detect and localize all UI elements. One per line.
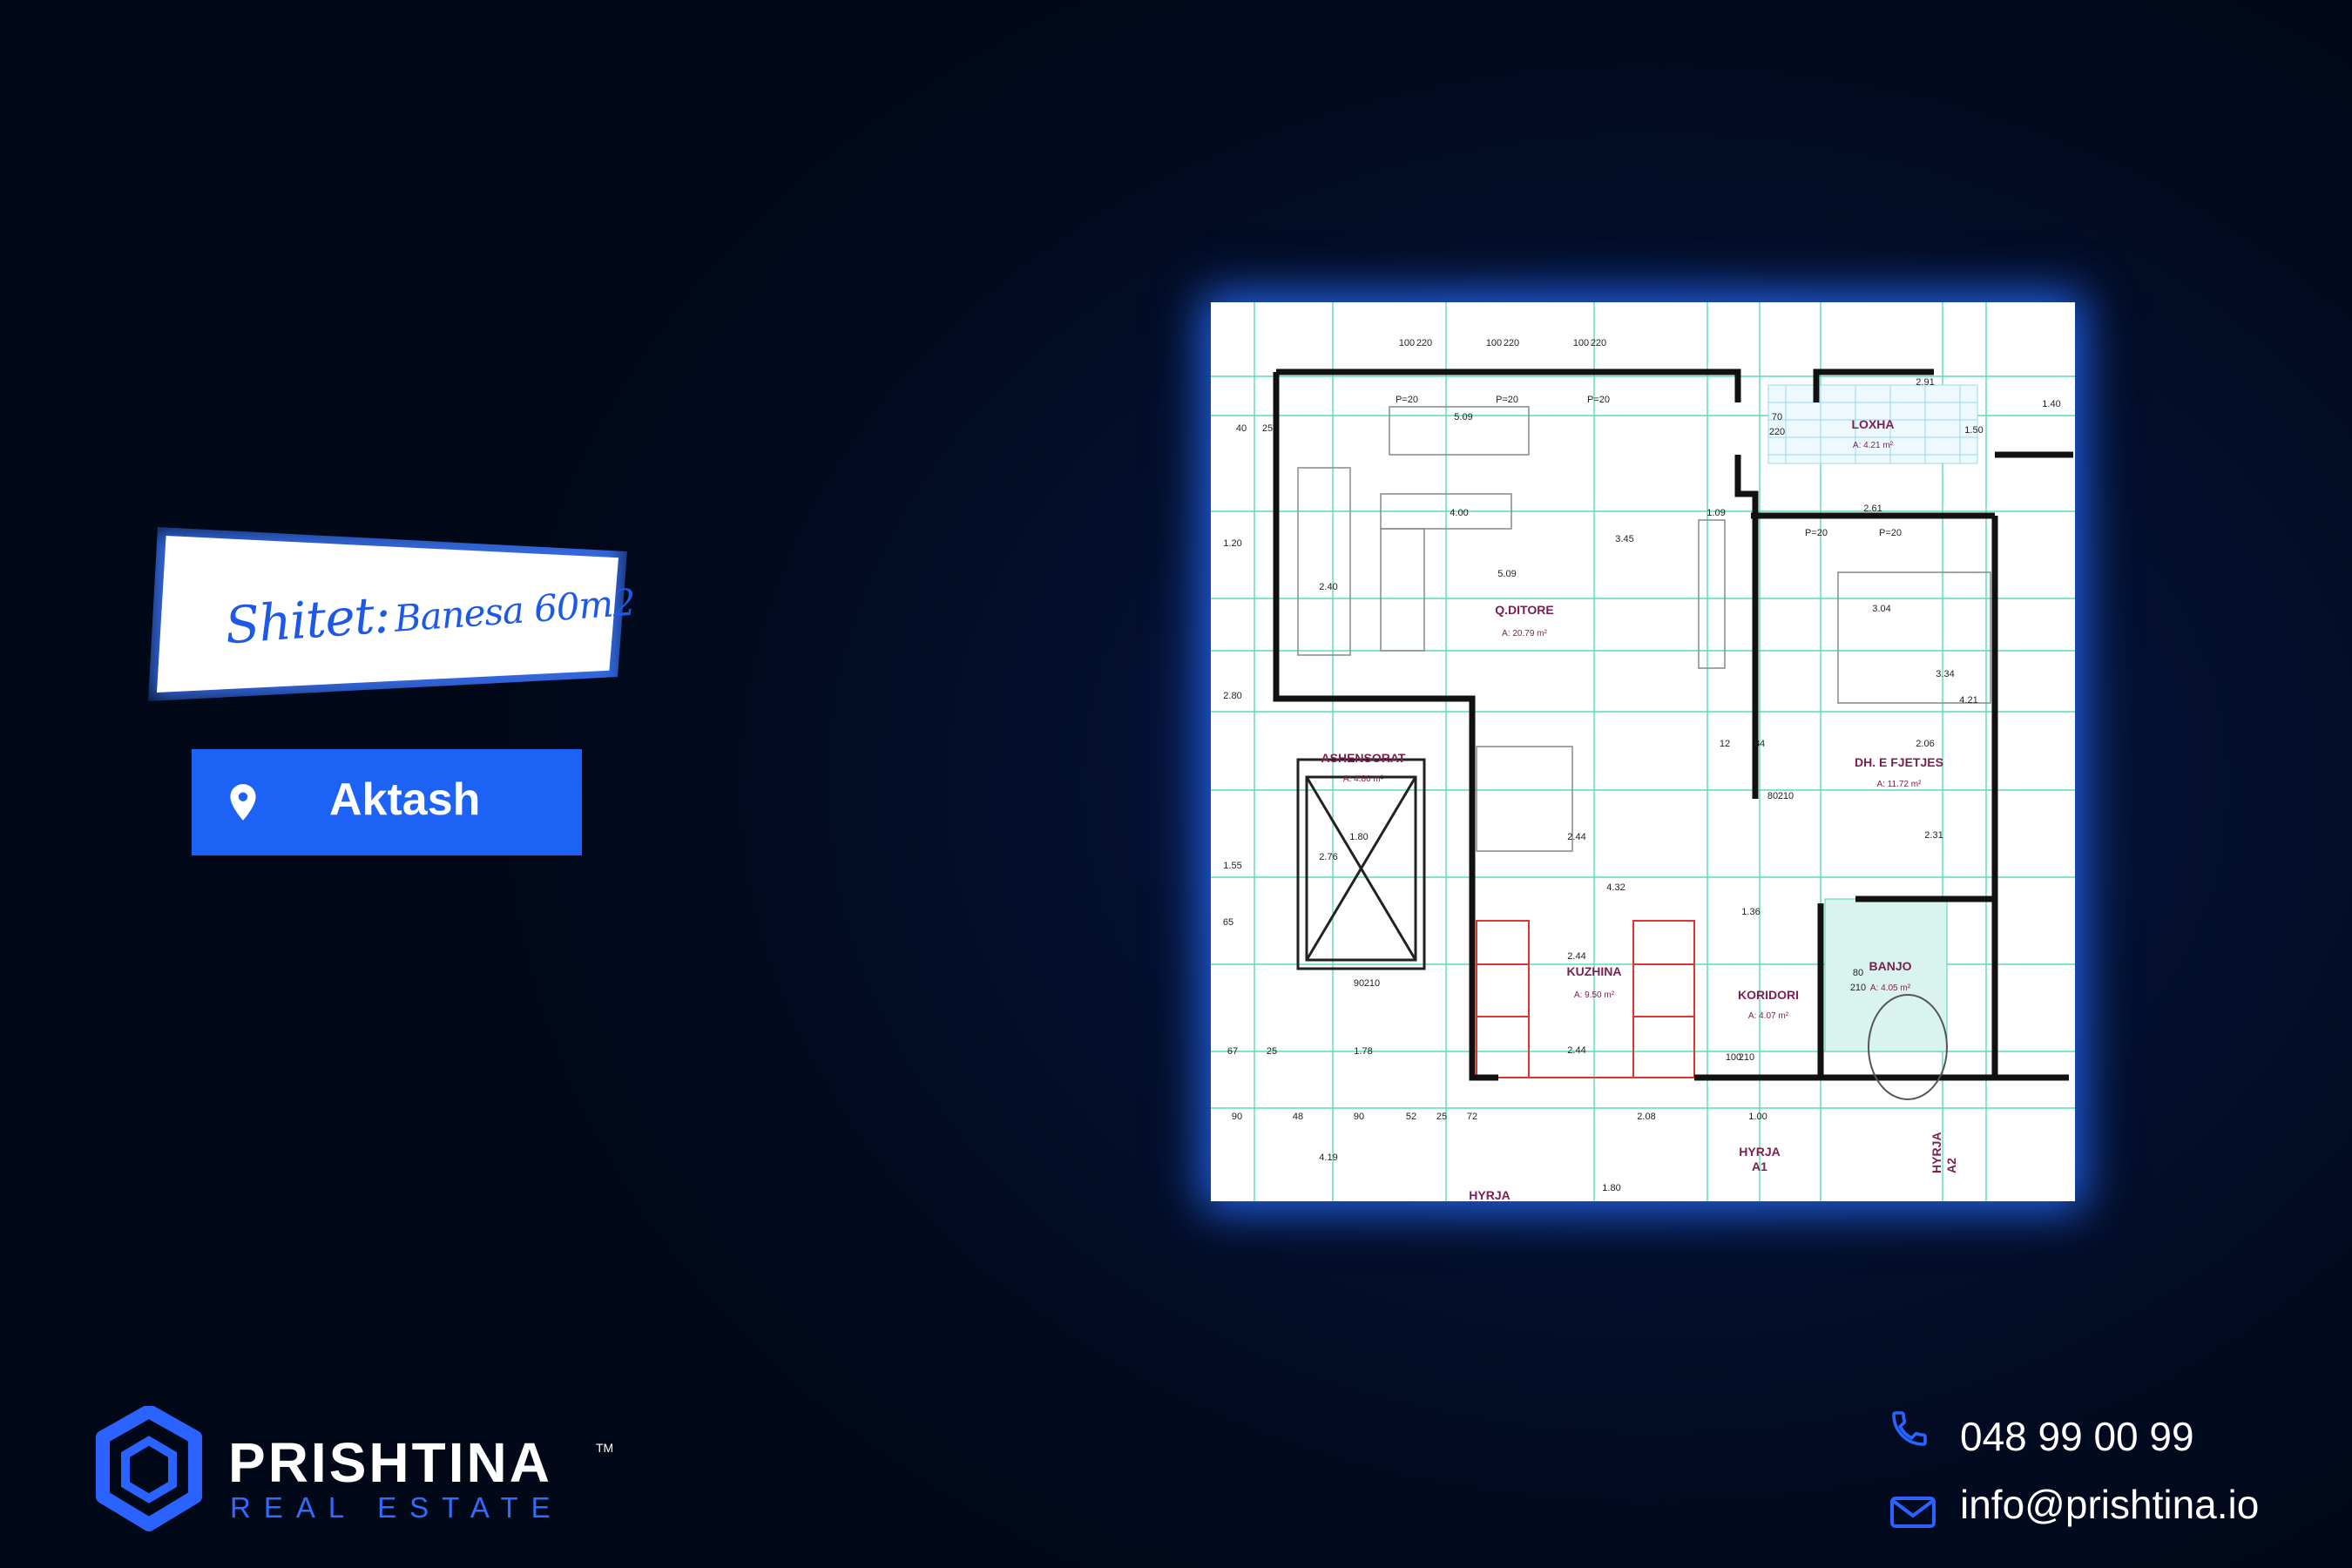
dim-label: 70 [1772,412,1782,422]
area-balcony: A: 4.21 m² [1853,441,1894,450]
dim-label: 2.06 [1916,739,1934,749]
room-label-elevator: ASHENSORAT [1321,751,1406,765]
dim-label: 210 [1778,791,1794,801]
dim-label: 5.09 [1454,412,1472,422]
dim-label: 84 [1754,739,1765,749]
floor-plan-image: Q.DITORE DH. E FJETJES KUZHINA KORIDORI … [1211,302,2075,1201]
dim-label: P=20 [1587,395,1610,405]
room-label-balcony: LOXHA [1852,417,1895,431]
dim-label: 4.32 [1606,882,1625,893]
hexagon-logo-icon [96,1406,202,1531]
dim-label: 2.91 [1916,377,1934,388]
area-living: A: 20.79 m² [1502,629,1547,639]
dim-label: 90 [1354,1112,1364,1122]
dim-label: 1.09 [1707,508,1725,518]
location-button[interactable]: Aktash [192,749,582,855]
dim-label: 52 [1406,1112,1416,1122]
location-label: Aktash [329,774,481,825]
dim-label: 40 [1236,423,1247,434]
dim-label: 65 [1223,917,1233,928]
dim-label: 2.80 [1223,691,1241,701]
dim-label: 2.08 [1637,1112,1655,1122]
dim-label: 2.44 [1567,832,1585,842]
entrance-id-a2: A2 [1944,1158,1958,1173]
dim-label: 3.34 [1936,669,1954,679]
dim-label: 2.31 [1924,830,1943,841]
dim-label: 2.44 [1567,1045,1585,1056]
title-prefix: Shitet: [223,585,392,656]
room-label-bedroom: DH. E FJETJES [1855,755,1943,769]
floor-plan-drawing: Q.DITORE DH. E FJETJES KUZHINA KORIDORI … [1211,302,2075,1201]
dim-label: 210 [1850,983,1866,993]
dim-label: P=20 [1496,395,1518,405]
email-address[interactable]: info@prishtina.io [1960,1481,2259,1528]
entrance-label-a1: HYRJA [1739,1145,1780,1159]
map-pin-icon [230,784,256,821]
area-elevator: A: 4.86 m² [1343,774,1384,784]
entrance-id-a1: A1 [1752,1159,1767,1173]
dim-label: 100 [1486,338,1502,348]
dim-label: 80 [1767,791,1778,801]
dim-label: 4.21 [1959,695,1977,706]
room-label-living: Q.DITORE [1495,603,1553,617]
dim-label: 12 [1720,739,1730,749]
area-bedroom: A: 11.72 m² [1877,780,1923,789]
entrance-label-bottom: HYRJA [1469,1188,1510,1201]
envelope-icon [1890,1497,1936,1528]
area-corridor: A: 4.07 m² [1748,1011,1789,1021]
dim-label: 80 [1853,968,1863,978]
phone-icon [1892,1411,1927,1446]
dim-label: 1.20 [1223,538,1241,549]
dim-label: P=20 [1879,528,1902,538]
dim-label: 220 [1591,338,1606,348]
dim-label: 25 [1267,1046,1277,1057]
brand-trademark: TM [596,1441,614,1455]
dim-label: 1.80 [1602,1183,1620,1193]
dim-label: 210 [1364,978,1380,989]
dim-label: 210 [1739,1052,1754,1063]
dim-label: 72 [1467,1112,1477,1122]
room-label-kitchen: KUZHINA [1567,964,1622,978]
dim-label: 1.80 [1349,832,1368,842]
dim-label: 220 [1769,427,1785,437]
dim-label: 2.44 [1567,951,1585,962]
brand-name: PRISHTINA [228,1431,552,1494]
room-label-corridor: KORIDORI [1738,988,1799,1002]
dim-label: P=20 [1396,395,1418,405]
dim-label: 4.19 [1319,1152,1337,1163]
dim-label: 67 [1227,1046,1238,1057]
room-label-bathroom: BANJO [1869,959,1911,973]
dim-label: 25 [1436,1112,1447,1122]
dim-label: 2.40 [1319,582,1337,592]
dim-label: 100 [1399,338,1415,348]
area-bathroom: A: 4.05 m² [1870,983,1911,993]
dim-label: 220 [1416,338,1432,348]
dim-label: 25 [1262,423,1273,434]
dim-label: 90 [1232,1112,1242,1122]
dim-label: P=20 [1805,528,1828,538]
dim-label: 1.78 [1354,1046,1372,1057]
dim-label: 3.04 [1872,604,1890,614]
dim-label: 2.76 [1319,852,1337,862]
dim-label: 1.55 [1223,861,1241,871]
dim-label: 100 [1573,338,1589,348]
dim-label: 220 [1504,338,1519,348]
dim-label: 1.00 [1748,1112,1767,1122]
phone-number[interactable]: 048 99 00 99 [1960,1413,2194,1460]
dim-label: 1.40 [2042,399,2060,409]
dim-label: 3.45 [1615,534,1633,544]
dim-label: 5.09 [1497,569,1516,579]
brand-subtitle: REAL ESTATE [230,1491,564,1524]
area-kitchen: A: 9.50 m² [1574,990,1615,1000]
entrance-label-a2: HYRJA [1930,1132,1943,1173]
dim-label: 1.50 [1964,425,1983,436]
dim-label: 1.36 [1741,907,1760,917]
dim-label: 2.61 [1863,504,1882,514]
dim-label: 48 [1293,1112,1303,1122]
dim-label: 90 [1354,978,1364,989]
dim-label: 4.00 [1450,508,1468,518]
